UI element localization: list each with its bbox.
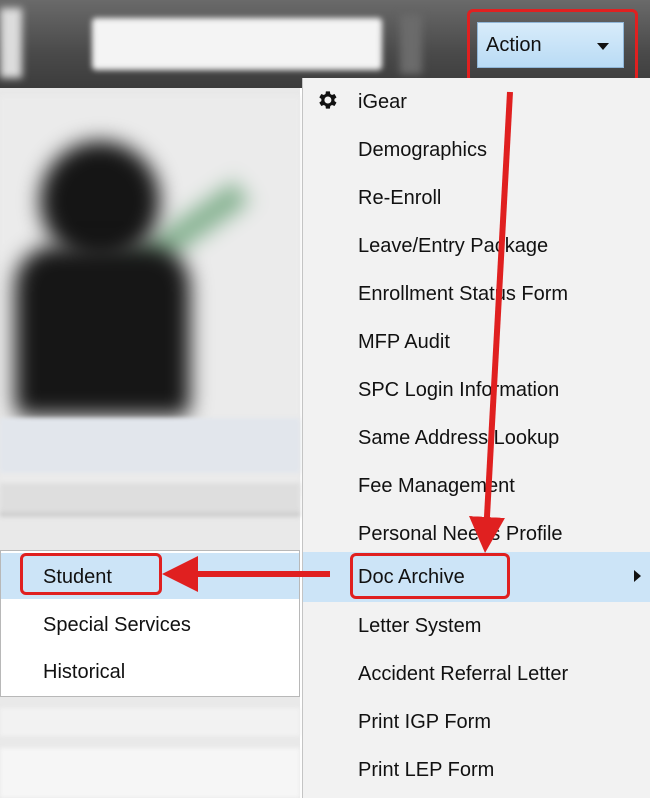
action-button[interactable]: Action (477, 22, 624, 68)
toolbar-divider (400, 14, 422, 74)
menu-item-label: Fee Management (358, 475, 515, 497)
menu-item-demographics[interactable]: Demographics (303, 126, 650, 174)
menu-item-same-address-lookup[interactable]: Same Address Lookup (303, 414, 650, 462)
menu-item-print-igp-form[interactable]: Print IGP Form (303, 698, 650, 746)
menu-item-leave-entry-package[interactable]: Leave/Entry Package (303, 222, 650, 270)
search-input[interactable] (92, 18, 382, 70)
top-toolbar: Action (0, 0, 650, 88)
panel-divider (0, 511, 300, 517)
menu-item-label: Enrollment Status Form (358, 283, 569, 305)
menu-item-label: Letter System (358, 615, 482, 637)
menu-item-label: SPC Login Information (358, 379, 560, 401)
submenu-item-student[interactable]: Student (1, 553, 299, 599)
avatar-body (15, 246, 190, 416)
menu-item-re-enroll[interactable]: Re-Enroll (303, 174, 650, 222)
submenu-item-label: Student (43, 566, 112, 588)
panel-stripe (0, 748, 300, 798)
menu-item-label: Demographics (358, 139, 487, 161)
menu-item-label: iGear (358, 91, 407, 113)
menu-item-label: Same Address Lookup (358, 427, 560, 449)
menu-item-personal-needs-profile[interactable]: Personal Needs Profile (303, 510, 650, 558)
menu-item-label: Personal Needs Profile (358, 523, 563, 545)
toolbar-left-control (0, 8, 22, 78)
submenu-item-label: Special Services (43, 614, 191, 636)
panel-stripe (0, 708, 300, 736)
action-dropdown-menu: iGear Demographics Re-Enroll Leave/Entry… (302, 78, 650, 798)
panel-stripe (0, 418, 300, 473)
menu-item-print-lep-form[interactable]: Print LEP Form (303, 746, 650, 794)
menu-item-igear[interactable]: iGear (303, 78, 650, 126)
submenu-item-historical[interactable]: Historical (1, 648, 299, 694)
action-button-label: Action (486, 34, 542, 56)
menu-item-label: Print IGP Form (358, 711, 491, 733)
menu-item-accident-referral-letter[interactable]: Accident Referral Letter (303, 650, 650, 698)
menu-item-fee-management[interactable]: Fee Management (303, 462, 650, 510)
menu-item-label: Re-Enroll (358, 187, 442, 209)
gear-icon (319, 91, 337, 109)
chevron-down-icon (597, 43, 609, 50)
menu-item-label: Doc Archive (358, 566, 465, 588)
avatar-head (40, 141, 160, 261)
menu-item-label: MFP Audit (358, 331, 450, 353)
menu-item-label: Accident Referral Letter (358, 663, 569, 685)
submenu-item-special-services[interactable]: Special Services (1, 601, 299, 647)
menu-item-mfp-audit[interactable]: MFP Audit (303, 318, 650, 366)
menu-item-label: Leave/Entry Package (358, 235, 549, 257)
submenu-item-label: Historical (43, 661, 126, 683)
chevron-right-icon (634, 570, 641, 582)
menu-item-spc-login-information[interactable]: SPC Login Information (303, 366, 650, 414)
menu-item-doc-archive[interactable]: Doc Archive (303, 552, 650, 602)
menu-item-label: Print LEP Form (358, 759, 495, 781)
menu-item-enrollment-status-form[interactable]: Enrollment Status Form (303, 270, 650, 318)
panel-stripe (0, 483, 300, 511)
doc-archive-submenu: Student Special Services Historical (0, 550, 300, 697)
menu-item-letter-system[interactable]: Letter System (303, 602, 650, 650)
